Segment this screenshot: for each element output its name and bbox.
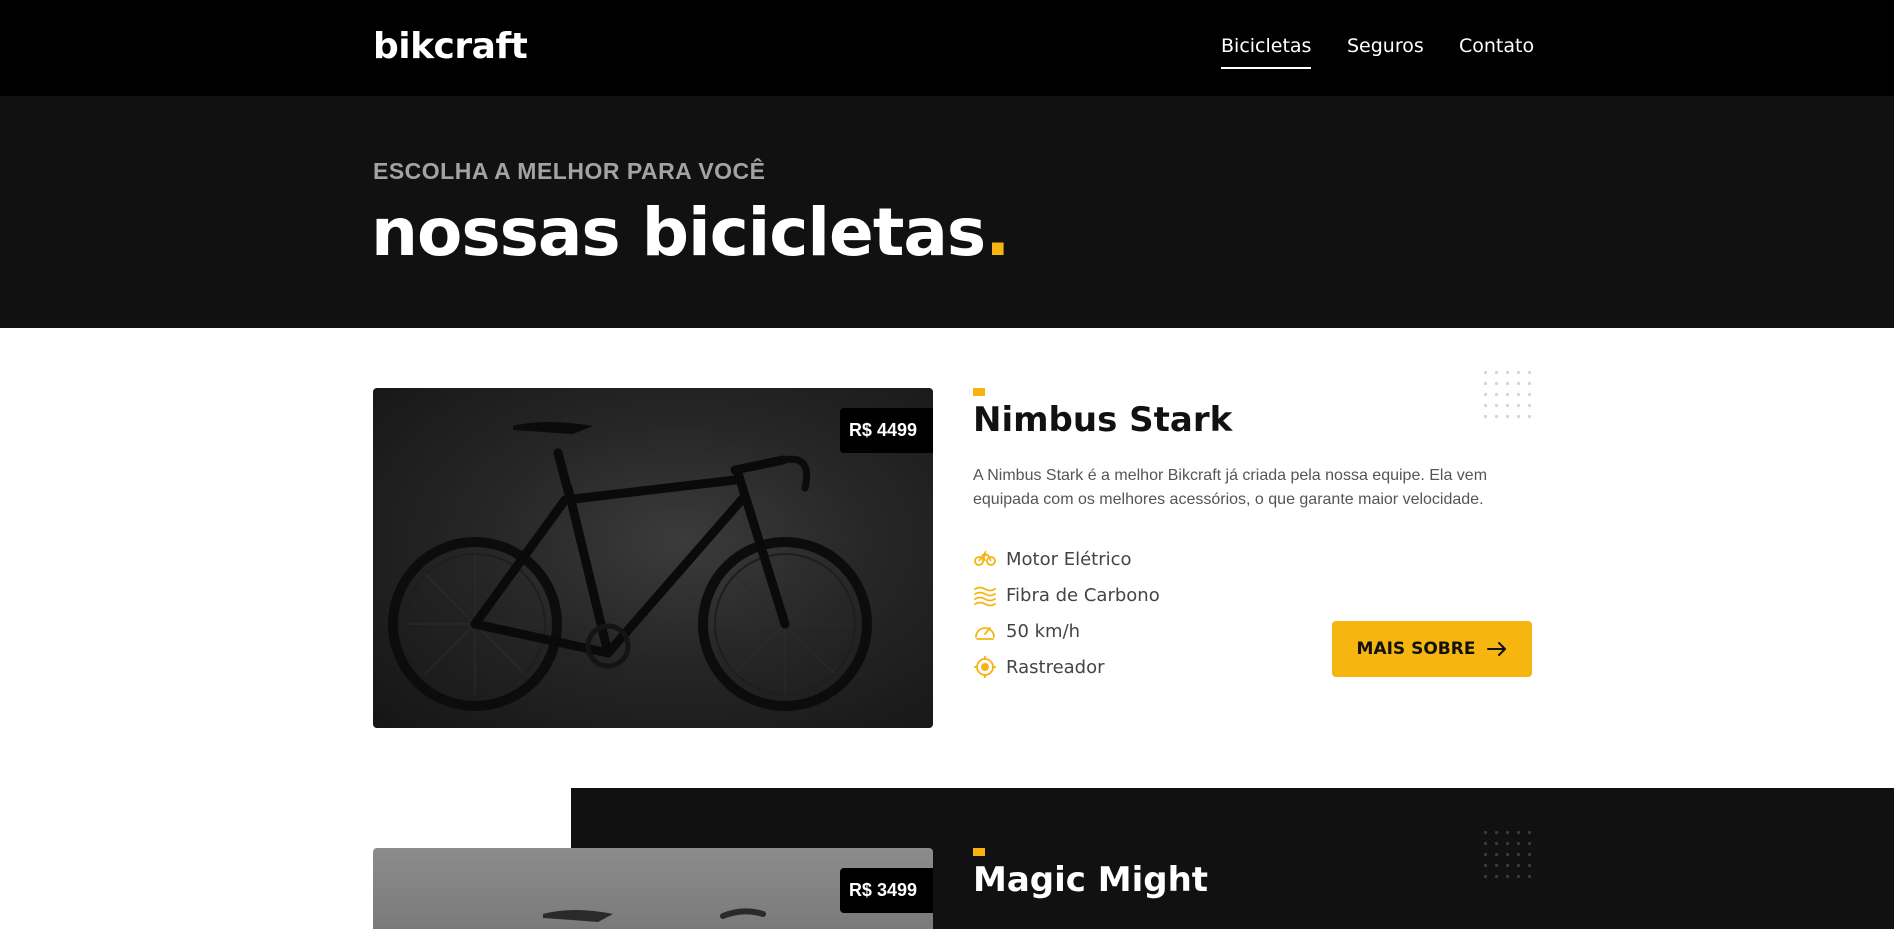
accent-marker [973,388,985,396]
electric-icon [974,550,996,566]
feature-label: Motor Elétrico [1006,548,1132,570]
nav-link-bicicletas[interactable]: Bicicletas [1221,35,1312,69]
product-title: Nimbus Stark [973,400,1233,440]
product-image-nimbus-stark[interactable]: R$ 4499 [373,388,933,728]
decorative-dots [1480,367,1536,423]
site-header: bikcraft Bicicletas Seguros Contato [0,0,1894,96]
feature-item: Rastreador [973,649,1160,685]
nav-link-seguros[interactable]: Seguros [1347,35,1424,57]
arrow-right-icon [1487,642,1507,656]
feature-label: Fibra de Carbono [1006,584,1160,606]
product-description: A Nimbus Stark é a melhor Bikcraft já cr… [973,467,1488,508]
feature-label: 50 km/h [1006,620,1081,642]
feature-item: 50 km/h [973,613,1160,649]
accent-marker [973,848,985,856]
main-nav: Bicicletas Seguros Contato [0,35,1894,75]
page-title: nossas bicicletas. [371,194,1010,271]
price-tag: R$ 3499 [839,868,933,913]
feature-list: Motor Elétrico Fibra de Carbono 50 km/h [973,541,1160,685]
speed-icon [975,627,995,640]
price-tag: R$ 4499 [839,408,933,453]
button-label: MAIS SOBRE [1356,639,1476,659]
nav-link-contato[interactable]: Contato [1459,35,1534,57]
feature-item: Motor Elétrico [973,541,1160,577]
intro-section: ESCOLHA A MELHOR PARA VOCÊ nossas bicicl… [0,96,1894,328]
decorative-dots [1480,827,1536,883]
feature-item: Fibra de Carbono [973,577,1160,613]
more-about-button[interactable]: MAIS SOBRE [1332,621,1532,677]
intro-kicker: ESCOLHA A MELHOR PARA VOCÊ [373,158,766,184]
carbon-icon [974,586,996,607]
title-dot: . [985,194,1010,271]
product-title: Magic Might [973,860,1209,900]
product-image-magic-might[interactable]: R$ 3499 [373,848,933,929]
tracker-icon [974,656,996,678]
feature-label: Rastreador [1006,656,1105,678]
page-title-text: nossas bicicletas [371,194,986,271]
